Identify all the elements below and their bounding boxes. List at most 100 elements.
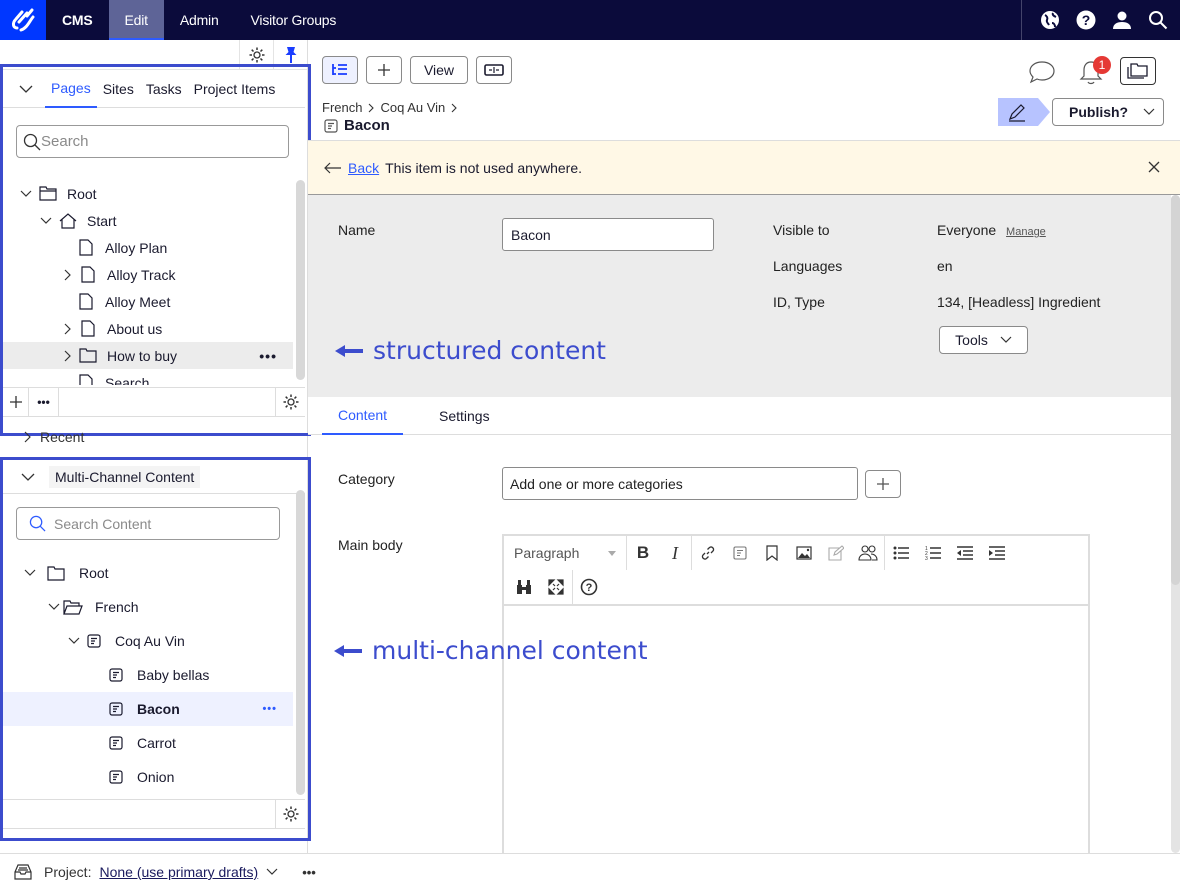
tree-item-alloy-plan[interactable]: Alloy Plan — [3, 234, 293, 261]
tree-item-carrot[interactable]: Carrot — [3, 726, 293, 760]
publish-button[interactable]: Publish? — [1052, 98, 1164, 126]
user-icon[interactable] — [1112, 10, 1132, 30]
main-scrollbar[interactable] — [1171, 195, 1180, 853]
tree-item-search[interactable]: Search — [3, 369, 293, 385]
bold-button[interactable]: B — [627, 536, 659, 570]
tree-item-root[interactable]: Root — [3, 180, 293, 207]
chevron-down-icon[interactable] — [23, 569, 37, 577]
breadcrumb-french[interactable]: French — [322, 100, 362, 115]
chevron-down-icon[interactable] — [67, 637, 81, 645]
nav-admin[interactable]: Admin — [164, 0, 235, 40]
nav-cms[interactable]: CMS — [46, 0, 109, 40]
compare-button[interactable] — [476, 56, 512, 84]
nav-visitor-groups[interactable]: Visitor Groups — [235, 0, 353, 40]
tree-item-start[interactable]: Start — [3, 207, 293, 234]
notifications-button[interactable]: 1 — [1078, 56, 1111, 86]
arrow-left-icon — [324, 162, 341, 173]
tab-pages[interactable]: Pages — [45, 70, 97, 108]
help-button[interactable]: ? — [573, 570, 605, 604]
comments-button[interactable] — [1028, 60, 1056, 84]
edit-mode-indicator[interactable] — [998, 98, 1050, 126]
chevron-down-icon[interactable] — [19, 84, 33, 94]
tab-tasks[interactable]: Tasks — [140, 70, 188, 108]
tab-sites[interactable]: Sites — [97, 70, 140, 108]
pages-search-input[interactable]: Search — [16, 125, 289, 158]
tools-dropdown[interactable]: Tools — [939, 326, 1028, 354]
chevron-right-icon[interactable] — [61, 323, 75, 335]
assets-button[interactable] — [1120, 57, 1156, 85]
tab-project-items[interactable]: Project Items — [188, 70, 282, 108]
structured-properties-area: Name Bacon Visible to Everyone Manage La… — [308, 195, 1171, 397]
pages-panel-tabs: Pages Sites Tasks Project Items — [3, 70, 305, 108]
tree-item-root[interactable]: Root — [3, 556, 293, 590]
mcc-header[interactable]: Multi-Channel Content — [3, 460, 305, 494]
chevron-right-icon[interactable] — [61, 350, 75, 362]
content-block-icon — [324, 118, 338, 133]
tree-item-french[interactable]: French — [3, 590, 293, 624]
close-icon[interactable] — [1148, 161, 1160, 173]
tree-item-onion[interactable]: Onion — [3, 760, 293, 794]
project-more-button[interactable]: ••• — [302, 865, 316, 880]
tree-item-about-us[interactable]: About us — [3, 315, 293, 342]
name-input[interactable]: Bacon — [502, 218, 714, 251]
chevron-down-icon[interactable] — [39, 217, 53, 225]
chevron-right-icon — [369, 103, 375, 112]
page-icon — [81, 320, 95, 337]
tab-content[interactable]: Content — [322, 397, 404, 435]
tree-item-baby-bellas[interactable]: Baby bellas — [3, 658, 293, 692]
link-button[interactable] — [692, 536, 724, 570]
breadcrumb-coq-au-vin[interactable]: Coq Au Vin — [380, 100, 445, 115]
indent-button[interactable] — [981, 536, 1013, 570]
chevron-down-icon — [21, 473, 35, 481]
tree-item-label: Root — [67, 185, 97, 202]
category-input[interactable]: Add one or more categories — [502, 467, 858, 500]
back-link[interactable]: Back — [348, 160, 379, 176]
more-options-icon[interactable]: ••• — [262, 703, 277, 715]
page-icon — [79, 293, 93, 310]
main-editor-area: View 1 French Coq Au Vin Bacon Publish? … — [308, 40, 1180, 864]
tree-item-coq-au-vin[interactable]: Coq Au Vin — [3, 624, 293, 658]
add-category-button[interactable] — [865, 470, 901, 498]
recent-section[interactable]: Recent — [24, 429, 84, 445]
tree-item-bacon[interactable]: Bacon ••• — [3, 692, 293, 726]
add-button[interactable] — [3, 387, 29, 417]
bullet-list-button[interactable] — [885, 536, 917, 570]
view-button[interactable]: View — [410, 56, 468, 84]
scrollbar-thumb[interactable] — [1171, 195, 1180, 585]
fullscreen-button[interactable] — [540, 570, 572, 604]
add-content-button[interactable] — [366, 56, 402, 84]
panel-settings-button[interactable] — [275, 387, 305, 417]
content-search-input[interactable]: Search Content — [16, 507, 280, 540]
insert-block-button[interactable] — [724, 536, 756, 570]
tree-item-label: How to buy — [107, 347, 178, 364]
numbered-list-button[interactable]: 123 — [917, 536, 949, 570]
tree-item-alloy-meet[interactable]: Alloy Meet — [3, 288, 293, 315]
more-options-icon[interactable]: ••• — [259, 348, 277, 364]
italic-button[interactable]: I — [659, 536, 691, 570]
content-block-icon — [87, 634, 101, 648]
fullscreen-icon — [548, 579, 564, 595]
format-select[interactable]: Paragraph — [504, 536, 626, 570]
toggle-tree-button[interactable] — [322, 56, 358, 84]
tree-item-how-to-buy[interactable]: How to buy ••• — [3, 342, 293, 369]
anchor-button[interactable] — [756, 536, 788, 570]
optimizely-logo[interactable] — [0, 0, 46, 40]
chevron-right-icon[interactable] — [61, 269, 75, 281]
image-button[interactable] — [788, 536, 820, 570]
search-icon[interactable] — [1148, 10, 1168, 30]
edit-image-button[interactable] — [820, 536, 852, 570]
project-selector[interactable]: None (use primary drafts) — [99, 864, 258, 880]
tree-item-alloy-track[interactable]: Alloy Track — [3, 261, 293, 288]
help-icon[interactable]: ? — [1076, 10, 1096, 30]
panel-settings-button[interactable] — [275, 799, 305, 829]
nav-edit[interactable]: Edit — [108, 0, 164, 40]
globe-icon[interactable] — [1040, 10, 1060, 30]
chevron-down-icon[interactable] — [19, 190, 33, 198]
manage-link[interactable]: Manage — [1006, 226, 1046, 238]
chevron-down-icon[interactable] — [47, 603, 61, 611]
more-button[interactable]: ••• — [29, 387, 59, 417]
personalize-button[interactable] — [852, 536, 884, 570]
tab-settings[interactable]: Settings — [439, 397, 490, 435]
outdent-button[interactable] — [949, 536, 981, 570]
find-replace-button[interactable] — [508, 570, 540, 604]
